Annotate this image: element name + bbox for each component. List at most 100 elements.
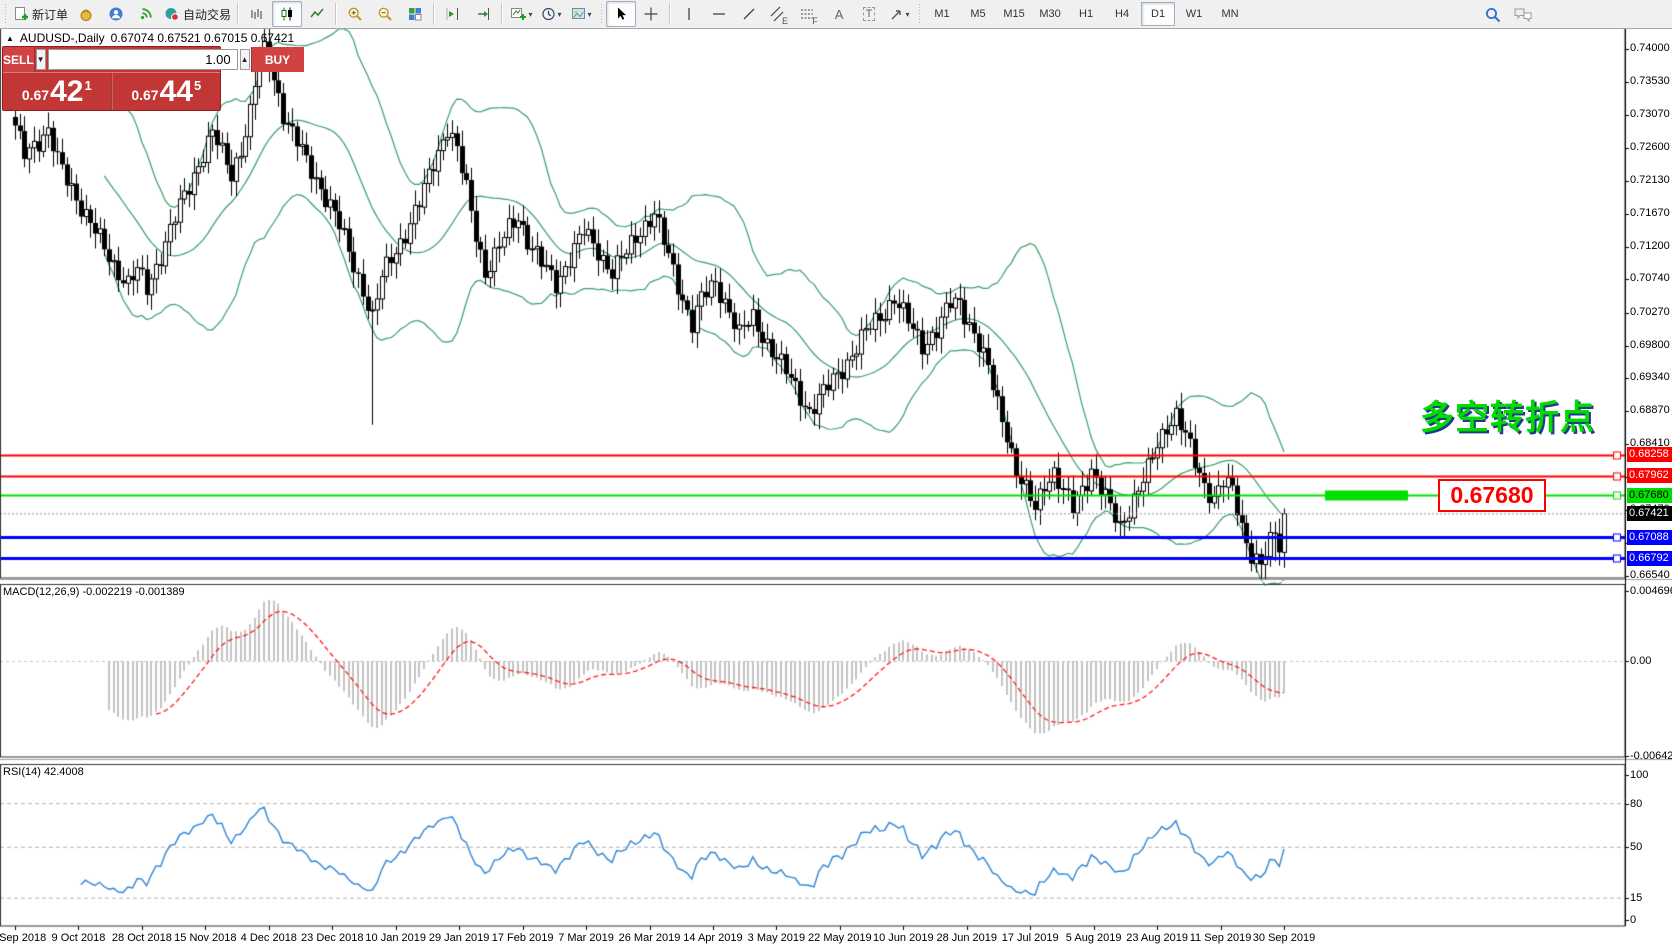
price-callout-label[interactable]: 0.67680 [1438, 479, 1546, 512]
timeframe-mn-button[interactable]: MN [1213, 2, 1247, 26]
buy-price-base: 0.67 [131, 87, 158, 103]
sell-price[interactable]: 0.67 42 1 [3, 73, 111, 110]
separator [669, 3, 671, 25]
equidistant-channel-button[interactable]: E [764, 1, 794, 27]
autotrading-label: 自动交易 [183, 6, 231, 23]
new-chart-button[interactable]: ▾ [506, 1, 536, 27]
zoom-in-icon [347, 6, 363, 22]
timeframe-w1-button[interactable]: W1 [1177, 2, 1211, 26]
chevron-down-icon: ▾ [529, 10, 533, 19]
chat-icon [1513, 6, 1533, 24]
autotrading-button[interactable]: 自动交易 [161, 1, 234, 27]
price-axis-label: 0.72600 [1630, 141, 1672, 153]
buy-button[interactable]: BUY [251, 47, 304, 72]
crosshair-button[interactable] [636, 1, 666, 27]
auto-scroll-button[interactable] [468, 1, 498, 27]
new-order-button[interactable]: 新订单 [10, 1, 71, 27]
date-axis-label: 3 May 2019 [748, 932, 805, 944]
chart-shift-icon [445, 6, 461, 22]
horizontal-line-button[interactable] [704, 1, 734, 27]
trade-panel-price-row: 0.67 42 1 0.67 44 5 [3, 73, 220, 110]
trendline-icon [741, 6, 757, 22]
arrows-button[interactable]: ▾ [884, 1, 914, 27]
volume-decrease-button[interactable]: ▼ [36, 49, 46, 70]
turning-point-annotation[interactable]: 多空转折点 [1420, 390, 1595, 439]
mql5-community-button[interactable] [101, 1, 131, 27]
chat-button[interactable] [1508, 2, 1538, 28]
zoom-out-button[interactable] [370, 1, 400, 27]
date-axis-label: 4 Dec 2018 [241, 932, 297, 944]
vertical-line-button[interactable] [674, 1, 704, 27]
hline-price-tag[interactable]: 0.68258 [1627, 447, 1672, 462]
clock-icon [541, 6, 557, 22]
timeframe-d1-button[interactable]: D1 [1141, 2, 1175, 26]
date-axis-label: 9 Oct 2018 [52, 932, 106, 944]
templates-button[interactable]: ▾ [566, 1, 596, 27]
buy-price-big: 44 [160, 77, 193, 107]
volume-increase-button[interactable]: ▲ [240, 49, 250, 70]
separator [237, 3, 239, 25]
line-chart-mode-button[interactable] [302, 1, 332, 27]
timeframe-h1-button[interactable]: H1 [1069, 2, 1103, 26]
buy-price[interactable]: 0.67 44 5 [113, 73, 221, 110]
volume-input[interactable] [48, 49, 238, 70]
candlestick-mode-button[interactable] [272, 1, 302, 27]
timeframe-h4-button[interactable]: H4 [1105, 2, 1139, 26]
sell-button[interactable]: SELL [3, 47, 35, 72]
price-axis-label: 0.69800 [1630, 339, 1672, 351]
tile-windows-button[interactable] [400, 1, 430, 27]
signals-button[interactable] [131, 1, 161, 27]
line-chart-icon [309, 6, 325, 22]
toolbar-grip[interactable] [599, 4, 603, 24]
text-label-icon: T [863, 7, 876, 21]
fibonacci-button[interactable]: F [794, 1, 824, 27]
periods-button[interactable]: ▾ [536, 1, 566, 27]
text-label-button[interactable]: T [854, 1, 884, 27]
search-button[interactable] [1478, 2, 1508, 28]
chart-canvas[interactable] [0, 28, 1672, 947]
trendline-button[interactable] [734, 1, 764, 27]
hline-price-tag[interactable]: 0.67680 [1627, 488, 1672, 503]
collapse-triangle-icon[interactable]: ▲ [6, 34, 14, 43]
date-axis-label: 23 Dec 2018 [301, 932, 363, 944]
timeframe-m30-button[interactable]: M30 [1033, 2, 1067, 26]
hline-price-tag[interactable]: 0.66792 [1627, 551, 1672, 566]
timeframe-m1-button[interactable]: M1 [925, 2, 959, 26]
sell-price-pip: 1 [84, 78, 91, 93]
timeframe-m15-button[interactable]: M15 [997, 2, 1031, 26]
toolbar-grip[interactable] [917, 4, 921, 24]
date-axis-label: 17 Jul 2019 [1002, 932, 1059, 944]
symbol-period-label: AUDUSD-,Daily [20, 31, 105, 45]
autotrading-icon [164, 6, 180, 22]
cursor-button[interactable] [606, 1, 636, 27]
price-axis-label: 0.71670 [1630, 207, 1672, 219]
hline-price-tag[interactable]: 0.67088 [1627, 530, 1672, 545]
chevron-down-icon: ▾ [558, 10, 562, 19]
price-axis-label: 0.66540 [1630, 569, 1672, 581]
date-axis-label: 5 Aug 2019 [1066, 932, 1122, 944]
fibonacci-letter: F [812, 16, 818, 26]
ohlc-values: 0.67074 0.67521 0.67015 0.67421 [111, 31, 295, 45]
zoom-in-button[interactable] [340, 1, 370, 27]
new-order-icon [13, 6, 29, 22]
bar-chart-icon [249, 6, 265, 22]
chart-shift-button[interactable] [438, 1, 468, 27]
tile-windows-icon [407, 6, 423, 22]
text-button[interactable]: A [824, 1, 854, 27]
price-axis-label: 0.74000 [1630, 42, 1672, 54]
separator [335, 3, 337, 25]
sell-price-base: 0.67 [22, 87, 49, 103]
market-button[interactable] [71, 1, 101, 27]
date-axis-label: 20 Sep 2018 [0, 932, 46, 944]
bar-chart-mode-button[interactable] [242, 1, 272, 27]
market-icon [78, 6, 94, 22]
toolbar-grip[interactable] [3, 4, 7, 24]
hline-price-tag[interactable]: 0.67962 [1627, 468, 1672, 483]
timeframe-m5-button[interactable]: M5 [961, 2, 995, 26]
date-axis-label: 10 Jan 2019 [365, 932, 426, 944]
date-axis-label: 30 Sep 2019 [1253, 932, 1315, 944]
auto-scroll-icon [475, 6, 491, 22]
signals-icon [138, 6, 154, 22]
price-axis-label: 0.72130 [1630, 174, 1672, 186]
search-icon [1484, 6, 1502, 24]
